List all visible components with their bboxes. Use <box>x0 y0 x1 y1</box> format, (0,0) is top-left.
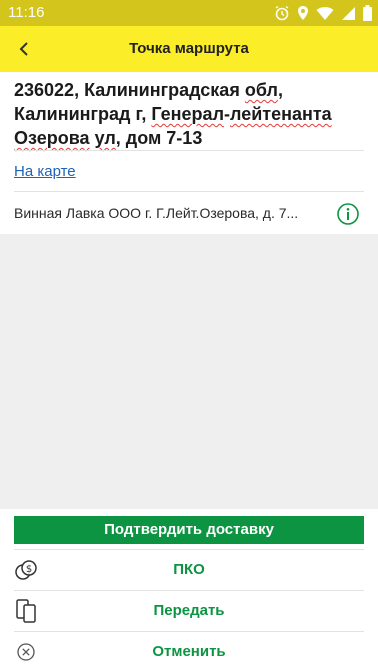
transfer-button[interactable]: Передать <box>14 590 364 631</box>
status-time: 11:16 <box>8 4 45 21</box>
page-title: Точка маршрута <box>129 40 249 57</box>
divider <box>14 191 364 192</box>
client-name: Винная Лавка ООО г. Г.Лейт.Озерова, д. 7… <box>14 205 299 221</box>
confirm-delivery-button[interactable]: Подтвердить доставку <box>14 516 364 544</box>
alarm-icon <box>275 5 289 21</box>
divider <box>14 150 364 151</box>
address-part: , дом 7-13 <box>115 128 203 148</box>
pko-label: ПКО <box>173 561 205 578</box>
transfer-label: Передать <box>153 602 225 619</box>
pko-button[interactable]: $ ПКО <box>14 549 364 590</box>
status-bar: 11:16 <box>0 0 378 26</box>
cancel-label: Отменить <box>152 643 226 660</box>
address-part: лейтенанта <box>230 104 332 124</box>
address-text: 236022, Калининградская обл, Калининград… <box>14 78 364 150</box>
cancel-button[interactable]: Отменить <box>14 631 364 672</box>
address-part: Озерова <box>14 128 90 148</box>
wifi-icon <box>316 6 334 20</box>
route-point-card: 236022, Калининградская обл, Калининград… <box>0 72 378 234</box>
client-info-button[interactable] <box>336 202 360 226</box>
status-icons <box>274 4 372 22</box>
address-part: обл <box>244 80 278 100</box>
on-map-link[interactable]: На карте <box>14 163 76 180</box>
address-part: Генерал <box>151 104 224 124</box>
app-bar: Точка маршрута <box>0 26 378 72</box>
location-icon <box>298 6 308 20</box>
info-icon <box>337 203 359 225</box>
address-part: ул <box>94 128 116 148</box>
actions-panel: Подтвердить доставку $ ПКО Передать Отме… <box>0 509 378 672</box>
address-part: 236022, Калининградская <box>14 80 245 100</box>
battery-icon <box>363 5 372 21</box>
cell-signal-icon <box>342 6 355 20</box>
